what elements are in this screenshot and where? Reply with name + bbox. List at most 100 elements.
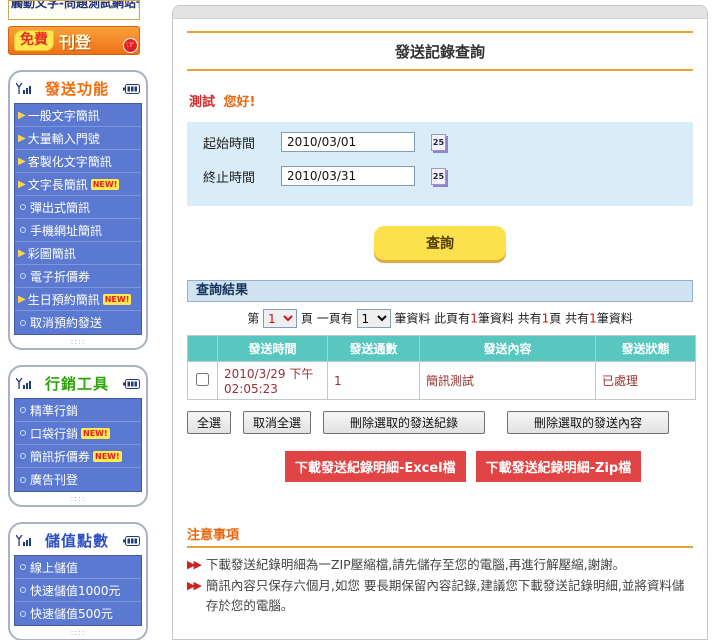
battery-icon	[123, 84, 140, 94]
download-zip-button[interactable]: 下載發送紀錄明細-Zip檔	[476, 451, 642, 482]
column-header-send-content: 發送內容	[420, 336, 596, 362]
cell-send-count: 1	[328, 362, 420, 400]
pagination-text: 頁 共有	[549, 312, 589, 326]
sidebar-item-label: 廣告刊登	[30, 471, 78, 488]
start-date-input[interactable]	[281, 132, 415, 152]
pagination-count: 1	[470, 312, 478, 326]
panel-grip: ::::	[14, 335, 142, 347]
circle-bullet-icon	[20, 204, 26, 210]
action-button-row: 全選 取消全選 刪除選取的發送紀錄 刪除選取的發送內容	[187, 411, 693, 434]
sidebar-item-label: 手機網址簡訊	[30, 222, 102, 239]
download-excel-button[interactable]: 下載發送紀錄明細-Excel檔	[285, 451, 466, 482]
sidebar-item-sms-coupon[interactable]: 簡訊折價券NEW!	[15, 445, 141, 468]
sidebar-item-popup-sms[interactable]: 彈出式簡訊	[15, 196, 141, 219]
sidebar-item-cancel-scheduled-send[interactable]: 取消預約發送	[15, 311, 141, 334]
sidebar-item-bulk-number-input[interactable]: ▶大量輸入門號	[15, 127, 141, 150]
note-text: 下載發送紀錄明細為一ZIP壓縮檔,請先儲存至您的電腦,再進行解壓縮,謝謝。	[206, 555, 625, 574]
free-publish-banner[interactable]: 免費 刊登 ☞	[8, 26, 140, 55]
sidebar-item-pocket-marketing[interactable]: 口袋行銷NEW!	[15, 422, 141, 445]
main-top-band	[173, 6, 707, 19]
sidebar-item-label: 客製化文字簡訊	[28, 153, 112, 170]
sidebar-item-precision-marketing[interactable]: 精準行銷	[15, 399, 141, 422]
sidebar-item-long-text-sms[interactable]: ▶文字長簡訊NEW!	[15, 173, 141, 196]
pagination-text: 筆資料 共有	[478, 312, 542, 326]
sidebar-item-label: 彩圖簡訊	[28, 245, 76, 262]
free-burst-label: 免費	[14, 30, 54, 51]
battery-icon	[123, 536, 140, 546]
partial-ad-banner[interactable]: 觸動文字-問題測試網站刊登	[8, 0, 140, 20]
rows-per-page-select[interactable]: 1	[357, 309, 391, 328]
panel-send-functions: 發送功能 ▶一般文字簡訊 ▶大量輸入門號 ▶客製化文字簡訊 ▶文字長簡訊NEW!…	[8, 70, 148, 350]
row-checkbox[interactable]	[196, 373, 209, 386]
sidebar-item-label: 彈出式簡訊	[30, 199, 90, 216]
column-header-send-count: 發送通數	[328, 336, 420, 362]
greeting-text: 您好!	[224, 95, 256, 110]
sidebar-item-label: 一般文字簡訊	[28, 107, 100, 124]
panel-marketing-tools-list: 精準行銷 口袋行銷NEW! 簡訊折價券NEW! 廣告刊登	[14, 398, 142, 492]
cell-send-time: 2010/3/29 下午 02:05:23	[218, 362, 328, 400]
note-arrows-icon: ▶▶	[187, 576, 200, 615]
sidebar-item-label: 電子折價券	[30, 268, 90, 285]
sidebar-item-online-topup[interactable]: 線上儲值	[15, 556, 141, 579]
cell-send-status: 已處理	[596, 362, 696, 400]
calendar-icon[interactable]: 25	[431, 134, 446, 151]
divider-line	[187, 69, 693, 71]
arrow-bullet-icon: ▶	[18, 110, 26, 121]
battery-icon	[123, 379, 140, 389]
circle-bullet-icon	[20, 407, 26, 413]
circle-bullet-icon	[20, 430, 26, 436]
page-title: 發送記錄查詢	[173, 33, 707, 69]
note-arrows-icon: ▶▶	[187, 555, 200, 574]
sidebar-item-ad-listing[interactable]: 廣告刊登	[15, 468, 141, 491]
arrow-bullet-icon: ▶	[18, 156, 26, 167]
panel-marketing-tools-header: 行銷工具	[14, 371, 142, 398]
hand-cursor-icon: ☞	[123, 38, 138, 53]
sidebar-item-label: 取消預約發送	[30, 314, 102, 331]
sidebar-item-general-text-sms[interactable]: ▶一般文字簡訊	[15, 104, 141, 127]
circle-bullet-icon	[20, 320, 26, 326]
circle-bullet-icon	[20, 273, 26, 279]
end-time-row: 終止時間 25	[203, 166, 677, 186]
pagination-text: 筆資料 此頁有	[394, 312, 470, 326]
page-number-select[interactable]: 1	[263, 309, 297, 328]
note-item: ▶▶ 下載發送紀錄明細為一ZIP壓縮檔,請先儲存至您的電腦,再進行解壓縮,謝謝。	[187, 555, 693, 574]
cell-send-content: 簡訊測試	[420, 362, 596, 400]
sidebar-item-quick-topup-500[interactable]: 快速儲值500元	[15, 602, 141, 625]
sidebar-item-customized-text-sms[interactable]: ▶客製化文字簡訊	[15, 150, 141, 173]
date-range-form: 起始時間 25 終止時間 25	[187, 122, 693, 206]
table-row: 2010/3/29 下午 02:05:23 1 簡訊測試 已處理	[188, 362, 696, 400]
query-button[interactable]: 查詢	[374, 226, 506, 260]
arrow-bullet-icon: ▶	[18, 133, 26, 144]
end-date-input[interactable]	[281, 166, 415, 186]
sidebar-item-quick-topup-1000[interactable]: 快速儲值1000元	[15, 579, 141, 602]
calendar-icon[interactable]: 25	[431, 168, 446, 185]
pagination-text: 頁 一頁有	[301, 312, 353, 326]
pagination-text: 第	[247, 312, 259, 326]
panel-send-functions-header: 發送功能	[14, 76, 142, 103]
circle-bullet-icon	[20, 227, 26, 233]
start-time-label: 起始時間	[203, 133, 281, 152]
results-table: 發送時間 發送通數 發送內容 發送狀態 2010/3/29 下午 02:05:2…	[187, 335, 696, 400]
panel-send-functions-list: ▶一般文字簡訊 ▶大量輸入門號 ▶客製化文字簡訊 ▶文字長簡訊NEW! 彈出式簡…	[14, 103, 142, 335]
sidebar-item-birthday-scheduled-sms[interactable]: ▶生日預約簡訊NEW!	[15, 288, 141, 311]
delete-selected-content-button[interactable]: 刪除選取的發送內容	[507, 411, 669, 434]
deselect-all-button[interactable]: 取消全選	[243, 411, 311, 434]
note-item: ▶▶ 簡訊內容只保存六個月,如您 要長期保留內容記錄,建議您下載發送記錄明細,並…	[187, 576, 693, 615]
note-text: 簡訊內容只保存六個月,如您 要長期保留內容記錄,建議您下載發送記錄明細,並將資料…	[206, 576, 693, 615]
circle-bullet-icon	[20, 587, 26, 593]
results-section-header: 查詢結果	[187, 280, 693, 302]
new-badge: NEW!	[103, 294, 132, 305]
column-header-send-status: 發送狀態	[596, 336, 696, 362]
greeting-username: 測試	[189, 95, 215, 110]
sidebar-item-mobile-url-sms[interactable]: 手機網址簡訊	[15, 219, 141, 242]
sidebar-item-e-coupon[interactable]: 電子折價券	[15, 265, 141, 288]
notes-title: 注意事項	[187, 524, 693, 543]
delete-selected-records-button[interactable]: 刪除選取的發送紀錄	[323, 411, 485, 434]
publish-label: 刊登	[59, 29, 91, 53]
sidebar-item-picture-sms[interactable]: ▶彩圖簡訊	[15, 242, 141, 265]
divider-line	[187, 546, 693, 548]
new-badge: NEW!	[91, 179, 120, 190]
select-all-button[interactable]: 全選	[187, 411, 231, 434]
sidebar-item-label: 快速儲值500元	[30, 605, 113, 622]
notes-section: 注意事項 ▶▶ 下載發送紀錄明細為一ZIP壓縮檔,請先儲存至您的電腦,再進行解壓…	[187, 524, 693, 615]
